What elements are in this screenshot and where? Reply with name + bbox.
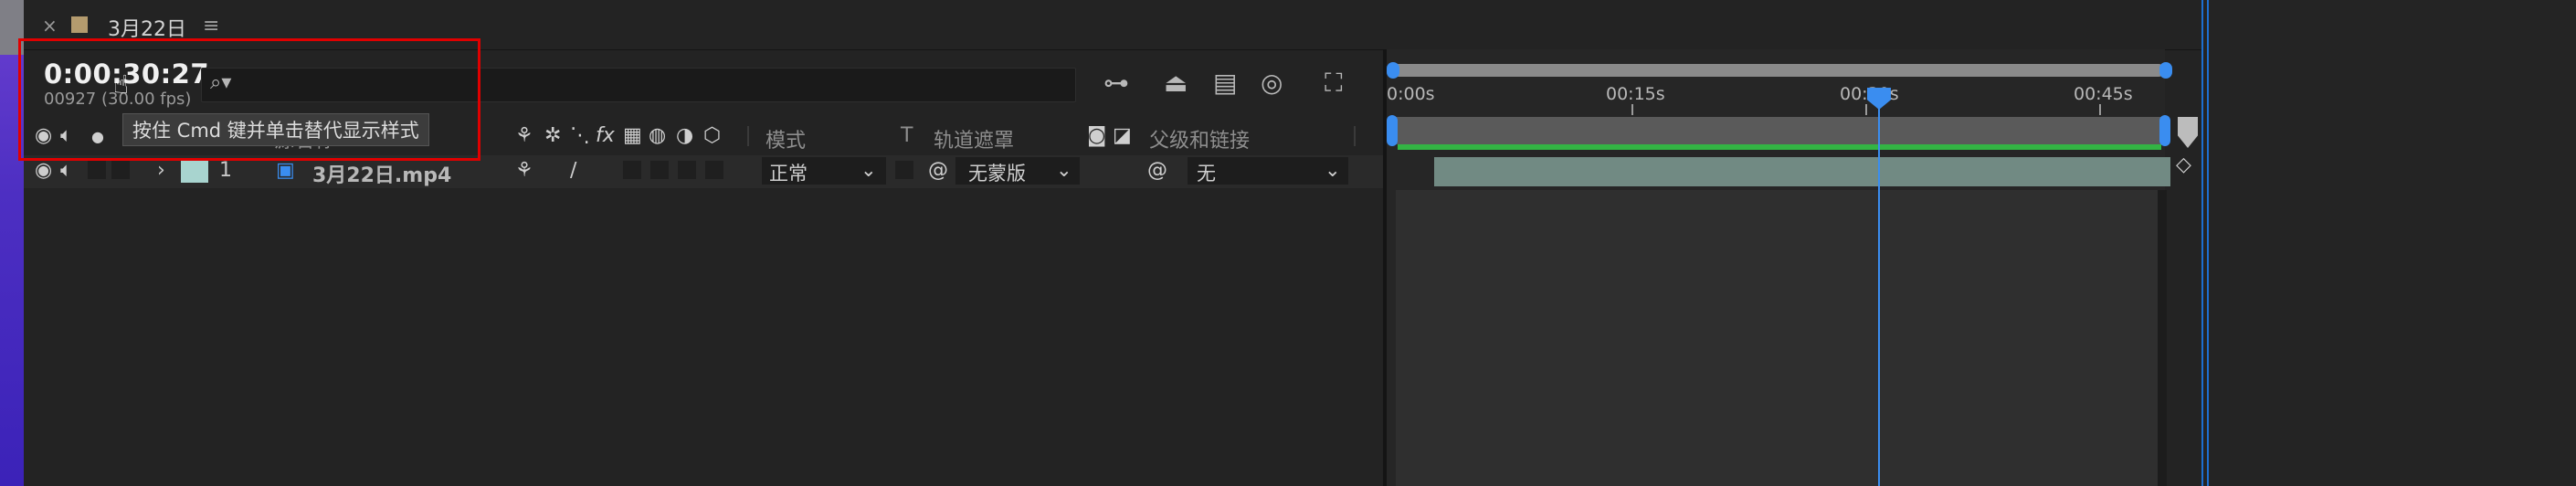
work-area-end-shade <box>2158 190 2167 486</box>
adjustment-icon[interactable]: ◑ <box>676 124 693 147</box>
preserve-transparency-toggle[interactable] <box>895 161 913 179</box>
blend-mode-value: 正常 <box>769 163 808 185</box>
current-time-indicator-line <box>1878 90 1880 486</box>
layer-switch-box[interactable] <box>678 161 696 179</box>
frame-blend-icon[interactable]: ▦ <box>623 124 642 147</box>
ruler-label: 00:15s <box>1606 84 1665 104</box>
layer-solo-toggle[interactable] <box>88 161 106 179</box>
chevron-down-icon: ⌄ <box>1056 159 1072 181</box>
layer-duration-bar[interactable] <box>1434 157 2170 186</box>
composition-flowchart-icon[interactable]: ⊶ <box>1103 68 1129 98</box>
frame-blending-icon[interactable]: ▤ <box>1213 68 1237 98</box>
parent-link-header[interactable]: 父级和链接 <box>1149 124 1250 153</box>
matte-invert-icon[interactable]: ◪ <box>1113 124 1132 147</box>
ruler-label: 0:00s <box>1387 84 1435 104</box>
panel-menu-icon[interactable]: ≡ <box>203 15 219 37</box>
track-matte-header[interactable]: 轨道遮罩 <box>934 124 1014 153</box>
expand-layer-chevron-icon[interactable]: › <box>157 159 165 182</box>
layer-switch-box[interactable] <box>650 161 669 179</box>
layer-visibility-icon[interactable]: ◉ <box>35 159 52 182</box>
layer-switch-box[interactable] <box>623 161 641 179</box>
column-divider[interactable] <box>747 126 749 146</box>
fx-icon[interactable]: fx <box>596 124 615 147</box>
column-divider[interactable] <box>1354 126 1356 146</box>
layer-switch-box[interactable] <box>705 161 723 179</box>
work-area-end-handle[interactable] <box>2159 115 2170 146</box>
chevron-down-icon: ⌄ <box>860 159 877 181</box>
draft-3d-icon[interactable]: ⏏ <box>1164 68 1188 98</box>
ruler-tick <box>2099 104 2101 115</box>
ruler-label: 00:45s <box>2074 84 2133 104</box>
shy-icon[interactable]: ⚘ <box>515 124 533 147</box>
layer-shy-switch-icon[interactable]: ⚘ <box>515 159 533 182</box>
layer-index: 1 <box>219 159 232 182</box>
quality-icon[interactable]: ⋱ <box>570 124 590 147</box>
3d-layer-icon[interactable]: ⬡ <box>703 124 721 147</box>
track-matte-value: 无蒙版 <box>968 163 1026 185</box>
layer-audio-icon[interactable]: 🔈︎ <box>60 159 72 182</box>
layer-label-color[interactable] <box>181 161 208 183</box>
work-area-bar[interactable] <box>1392 117 2165 144</box>
layer-out-point-icon[interactable]: ◇ <box>2176 153 2191 176</box>
motion-blur-switch-icon[interactable]: ◍ <box>649 124 666 147</box>
work-area-start-handle[interactable] <box>1387 115 1398 146</box>
layer-lock-toggle[interactable] <box>111 161 130 179</box>
layer-name[interactable]: 3月22日.mp4 <box>312 159 451 188</box>
track-matte-dropdown[interactable]: 无蒙版 ⌄ <box>955 157 1080 185</box>
navigator-start-handle[interactable] <box>1387 62 1399 79</box>
hand-cursor-icon: ☝ <box>113 69 130 100</box>
timeline-empty-area <box>1396 190 2161 486</box>
chevron-down-icon: ⌄ <box>1325 159 1341 181</box>
ruler-tick <box>1865 104 1867 115</box>
motion-blur-icon[interactable]: ◎ <box>1261 68 1283 98</box>
mode-header[interactable]: 模式 <box>765 124 806 153</box>
ruler-tick <box>1631 104 1633 115</box>
footage-icon: ▣ <box>276 159 295 182</box>
tooltip: 按住 Cmd 键并单击替代显示样式 <box>122 113 429 146</box>
parent-pickwhip-icon[interactable]: @ <box>1147 159 1167 182</box>
graph-editor-icon[interactable]: ⛶ <box>1325 68 1343 99</box>
close-tab-icon[interactable]: × <box>42 15 58 37</box>
track-t-header[interactable]: T <box>901 124 913 147</box>
parent-dropdown[interactable]: 无 ⌄ <box>1188 157 1348 185</box>
collapse-icon[interactable]: ✲ <box>544 124 561 147</box>
blend-mode-dropdown[interactable]: 正常 ⌄ <box>762 157 886 185</box>
matte-pickwhip-icon[interactable]: @ <box>928 159 948 182</box>
navigator-end-handle[interactable] <box>2159 62 2172 79</box>
adjacent-panel <box>2203 0 2576 486</box>
composition-color-swatch <box>71 16 88 33</box>
time-navigator[interactable] <box>1392 64 2165 77</box>
rendered-cache-indicator <box>1398 144 2161 150</box>
matte-alpha-icon[interactable]: ◙ <box>1087 124 1106 147</box>
parent-value: 无 <box>1197 163 1216 185</box>
layer-quality-switch-icon[interactable]: ∕ <box>570 159 576 182</box>
